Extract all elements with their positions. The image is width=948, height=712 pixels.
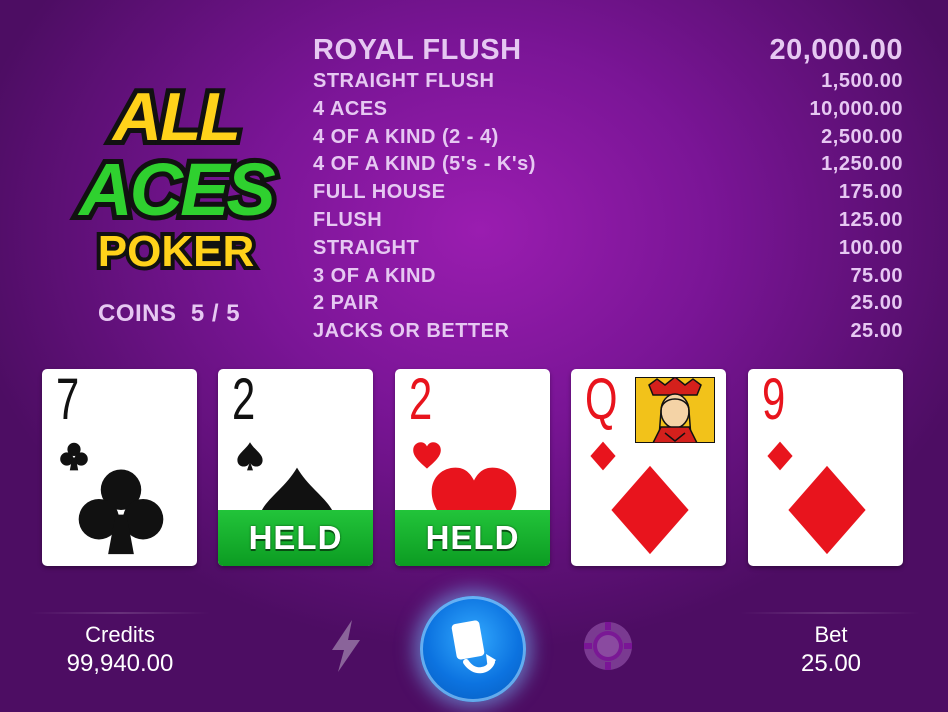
paytable-hand: 2 PAIR [313, 292, 379, 315]
divider [740, 612, 920, 614]
paytable-hand: STRAIGHT [313, 236, 420, 259]
credits-label: Credits [85, 622, 155, 647]
paytable: ROYAL FLUSH 20,000.00 STRAIGHT FLUSH 1,500… [313, 32, 903, 346]
paytable-row: ROYAL FLUSH 20,000.00 [313, 32, 903, 68]
paytable-row: 4 OF A KIND (2 - 4) 2,500.00 [313, 124, 903, 152]
game-logo: ALL ACES POKER [72, 74, 283, 280]
diamond-icon [611, 465, 689, 555]
logo-line3: POKER [98, 227, 254, 276]
paytable-hand: FLUSH [313, 208, 383, 231]
club-icon [78, 469, 164, 555]
deal-cards-icon [451, 620, 496, 674]
paytable-row: 4 OF A KIND (5's - K's) 1,250.00 [313, 151, 903, 179]
coins-value: 5 / 5 [190, 300, 241, 327]
paytable-payout: 20,000.00 [769, 34, 903, 66]
paytable-payout: 175.00 [838, 181, 903, 204]
paytable-payout: 25.00 [850, 292, 903, 315]
paytable-payout: 1,250.00 [821, 153, 903, 176]
logo-line2: ACES [77, 148, 275, 231]
paytable-hand: 4 OF A KIND (2 - 4) [313, 125, 499, 148]
card-1[interactable]: 7 [42, 369, 197, 566]
paytable-row: STRAIGHT FLUSH 1,500.00 [313, 68, 903, 96]
queen-portrait-icon [635, 377, 715, 443]
card-5[interactable]: 9 [748, 369, 903, 566]
paytable-hand: 3 OF A KIND [313, 264, 436, 287]
paytable-row: FULL HOUSE 175.00 [313, 179, 903, 207]
paytable-payout: 100.00 [838, 236, 903, 259]
chip-icon[interactable] [582, 620, 634, 672]
paytable-row: 4 ACES 10,000.00 [313, 96, 903, 124]
card-rank: 2 [409, 369, 433, 432]
card-rank: 2 [232, 369, 256, 432]
paytable-row: 2 PAIR 25.00 [313, 290, 903, 318]
bet-value[interactable]: 25.00 [751, 650, 911, 678]
paytable-hand: 4 OF A KIND (5's - K's) [313, 153, 536, 176]
credits-value: 99,940.00 [66, 650, 174, 677]
paytable-payout: 2,500.00 [821, 125, 903, 148]
card-rank: 9 [762, 369, 786, 432]
coins-display: COINS 5 / 5 [98, 300, 240, 328]
card-3[interactable]: 2 HELD [395, 369, 550, 566]
paytable-hand: JACKS OR BETTER [313, 320, 510, 343]
held-indicator: HELD [395, 510, 550, 566]
paytable-row: JACKS OR BETTER 25.00 [313, 318, 903, 346]
card-4[interactable]: Q [571, 369, 726, 566]
paytable-payout: 75.00 [850, 264, 903, 287]
paytable-hand: ROYAL FLUSH [313, 34, 522, 66]
paytable-hand: 4 ACES [313, 97, 388, 120]
paytable-row: FLUSH 125.00 [313, 207, 903, 235]
paytable-payout: 10,000.00 [809, 97, 903, 120]
lightning-icon[interactable] [328, 620, 364, 672]
paytable-hand: STRAIGHT FLUSH [313, 70, 495, 92]
card-rank: 7 [56, 369, 80, 432]
diamond-icon [788, 465, 866, 555]
paytable-payout: 1,500.00 [821, 70, 903, 92]
card-rank: Q [585, 369, 618, 432]
paytable-row: 3 OF A KIND 75.00 [313, 263, 903, 291]
logo-line1: ALL [111, 79, 239, 155]
bet-label: Bet [814, 622, 848, 647]
card-2[interactable]: 2 HELD [218, 369, 373, 566]
paytable-hand: FULL HOUSE [313, 181, 446, 204]
paytable-payout: 25.00 [850, 320, 903, 343]
coins-label: COINS [98, 300, 177, 327]
paytable-row: STRAIGHT 100.00 [313, 235, 903, 263]
paytable-payout: 125.00 [838, 208, 903, 231]
held-indicator: HELD [218, 510, 373, 566]
divider [30, 612, 210, 614]
deal-button[interactable] [420, 596, 526, 702]
